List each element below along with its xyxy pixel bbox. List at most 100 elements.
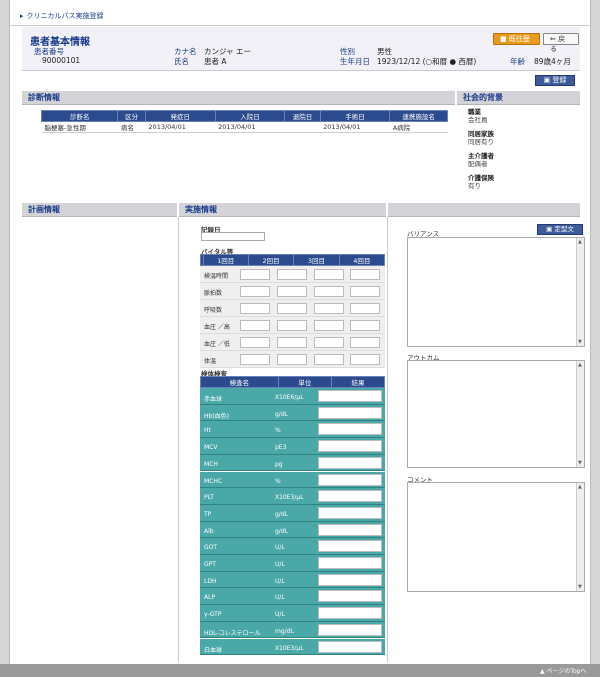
vital-input[interactable] [277, 269, 307, 280]
social-list: 職業 会社員 同居家族 同居有り 主介護者 配偶者 介護保険 有り [468, 108, 494, 196]
lab-name: LDH [204, 577, 217, 585]
vital-input[interactable] [240, 286, 270, 297]
lab-result-input[interactable] [318, 623, 382, 636]
vital-input[interactable] [277, 286, 307, 297]
vital-col-4: 4回目 [338, 254, 386, 266]
lab-result-input[interactable] [318, 506, 382, 519]
vital-row-label: 呼吸数 [204, 307, 223, 314]
lab-result-input[interactable] [318, 523, 382, 536]
variance-scrollbar[interactable] [576, 238, 584, 346]
social-item-value: 有り [468, 182, 481, 190]
age-label: 年齢 [510, 57, 525, 66]
register-button[interactable]: ▣ 登録 [535, 75, 575, 86]
lab-row: MCHC% [200, 471, 385, 489]
diagnosis-col-1: 区分 [117, 110, 146, 122]
lab-name: TP [204, 510, 212, 518]
lab-result-input[interactable] [318, 406, 382, 419]
history-icon: ■ [500, 35, 509, 43]
lab-name: Ht [204, 427, 211, 435]
outcome-scrollbar[interactable] [576, 361, 584, 467]
lab-result-input[interactable] [318, 557, 382, 569]
vital-input[interactable] [240, 303, 270, 314]
lab-unit: X10E3/μL [275, 644, 304, 652]
top-bar: クリニカルパス実施登録 [10, 0, 590, 26]
social-item-value: 配偶者 [468, 160, 488, 168]
vital-input[interactable] [350, 303, 380, 314]
outcome-textarea[interactable] [407, 360, 585, 468]
diagnosis-row[interactable]: 脳梗塞-急性期 病名 2013/04/01 2013/04/01 2013/04/01 A… [41, 121, 448, 133]
lab-table-header: 検査名 単位 結果 [200, 376, 386, 388]
history-button[interactable]: ■ 既往歴 [493, 33, 540, 45]
lab-result-input[interactable] [318, 456, 382, 469]
social-header: 社会的背景 [457, 91, 580, 105]
vital-table-header: 1回目 2回目 3回目 4回目 [200, 254, 386, 266]
divider-left [178, 217, 179, 662]
social-item-value: 会社員 [468, 116, 488, 124]
lab-row: GPT U/L [200, 555, 385, 572]
lab-row: LDH U/L [200, 571, 385, 589]
record-date-input[interactable] [201, 232, 265, 241]
lab-result-input[interactable] [318, 640, 382, 653]
breadcrumb[interactable]: クリニカルパス実施登録 [20, 11, 104, 21]
lab-result-input[interactable] [318, 423, 382, 436]
vital-input[interactable] [277, 320, 307, 331]
lab-unit: pE3 [275, 444, 287, 452]
lab-result-input[interactable] [318, 473, 382, 486]
lab-result-input[interactable] [318, 490, 382, 503]
name-value: 患者 A [204, 57, 227, 66]
lab-result-input[interactable] [318, 440, 382, 453]
vital-input[interactable] [350, 269, 380, 280]
comment-scrollbar[interactable] [576, 483, 584, 591]
vital-input[interactable] [240, 269, 270, 280]
comment-textarea[interactable] [407, 482, 585, 592]
variance-textarea[interactable] [407, 237, 585, 347]
vital-input[interactable] [314, 286, 344, 297]
lab-result-input[interactable] [318, 590, 382, 603]
lab-row: MCV pE3 [200, 438, 385, 455]
vital-input[interactable] [240, 337, 270, 348]
lab-result-input[interactable] [318, 390, 382, 402]
dob-value[interactable]: 1923/12/12 (○和暦 ● 西暦) [377, 56, 476, 67]
lab-col-2: 結果 [330, 376, 386, 388]
plan-header: 計画情報 [22, 203, 177, 217]
lab-unit: U/L [275, 611, 285, 619]
back-arrow-icon: ⇐ [550, 35, 559, 43]
lab-row: HDL-コレステロール mg/dL [200, 621, 385, 639]
vital-input[interactable] [277, 337, 307, 348]
lab-result-input[interactable] [318, 573, 382, 586]
social-item-label: 主介護者 [468, 152, 494, 160]
vital-input[interactable] [240, 354, 270, 365]
page-top-link[interactable]: ▲ ページのTopへ [540, 666, 587, 675]
diagnosis-col-2: 発症日 [144, 110, 216, 122]
lab-unit: pg [275, 460, 283, 468]
lab-result-input[interactable] [318, 540, 382, 553]
vital-row: 血圧 ／低 [200, 334, 385, 351]
lab-row: GOT U/L [200, 538, 385, 555]
vital-row-label: 検温時間 [204, 273, 229, 280]
template-button[interactable]: ▣ 定型文 [537, 224, 583, 235]
lab-unit: % [275, 477, 281, 485]
bottom-bar [0, 664, 600, 677]
vital-input[interactable] [314, 337, 344, 348]
lab-row: TP g/dL [200, 504, 385, 522]
vital-input[interactable] [350, 286, 380, 297]
lab-name: 赤血球 [204, 396, 223, 403]
diagnosis-col-3: 入院日 [214, 110, 286, 122]
vital-input[interactable] [277, 354, 307, 365]
diagnosis-header: 診断情報 [22, 91, 455, 105]
vital-input[interactable] [350, 337, 380, 348]
vital-input[interactable] [277, 303, 307, 314]
lab-result-input[interactable] [318, 607, 382, 620]
vital-row-label: 血圧 ／低 [204, 341, 230, 348]
social-item-label: 同居家族 [468, 130, 494, 138]
back-button[interactable]: ⇐ 戻る [543, 33, 579, 53]
lab-unit: U/L [275, 577, 285, 585]
vital-input[interactable] [314, 354, 344, 365]
vital-input[interactable] [350, 354, 380, 365]
vital-input[interactable] [350, 320, 380, 331]
vital-input[interactable] [314, 269, 344, 280]
lab-unit: g/dL [275, 527, 288, 535]
vital-input[interactable] [314, 303, 344, 314]
vital-input[interactable] [314, 320, 344, 331]
vital-input[interactable] [240, 320, 270, 331]
